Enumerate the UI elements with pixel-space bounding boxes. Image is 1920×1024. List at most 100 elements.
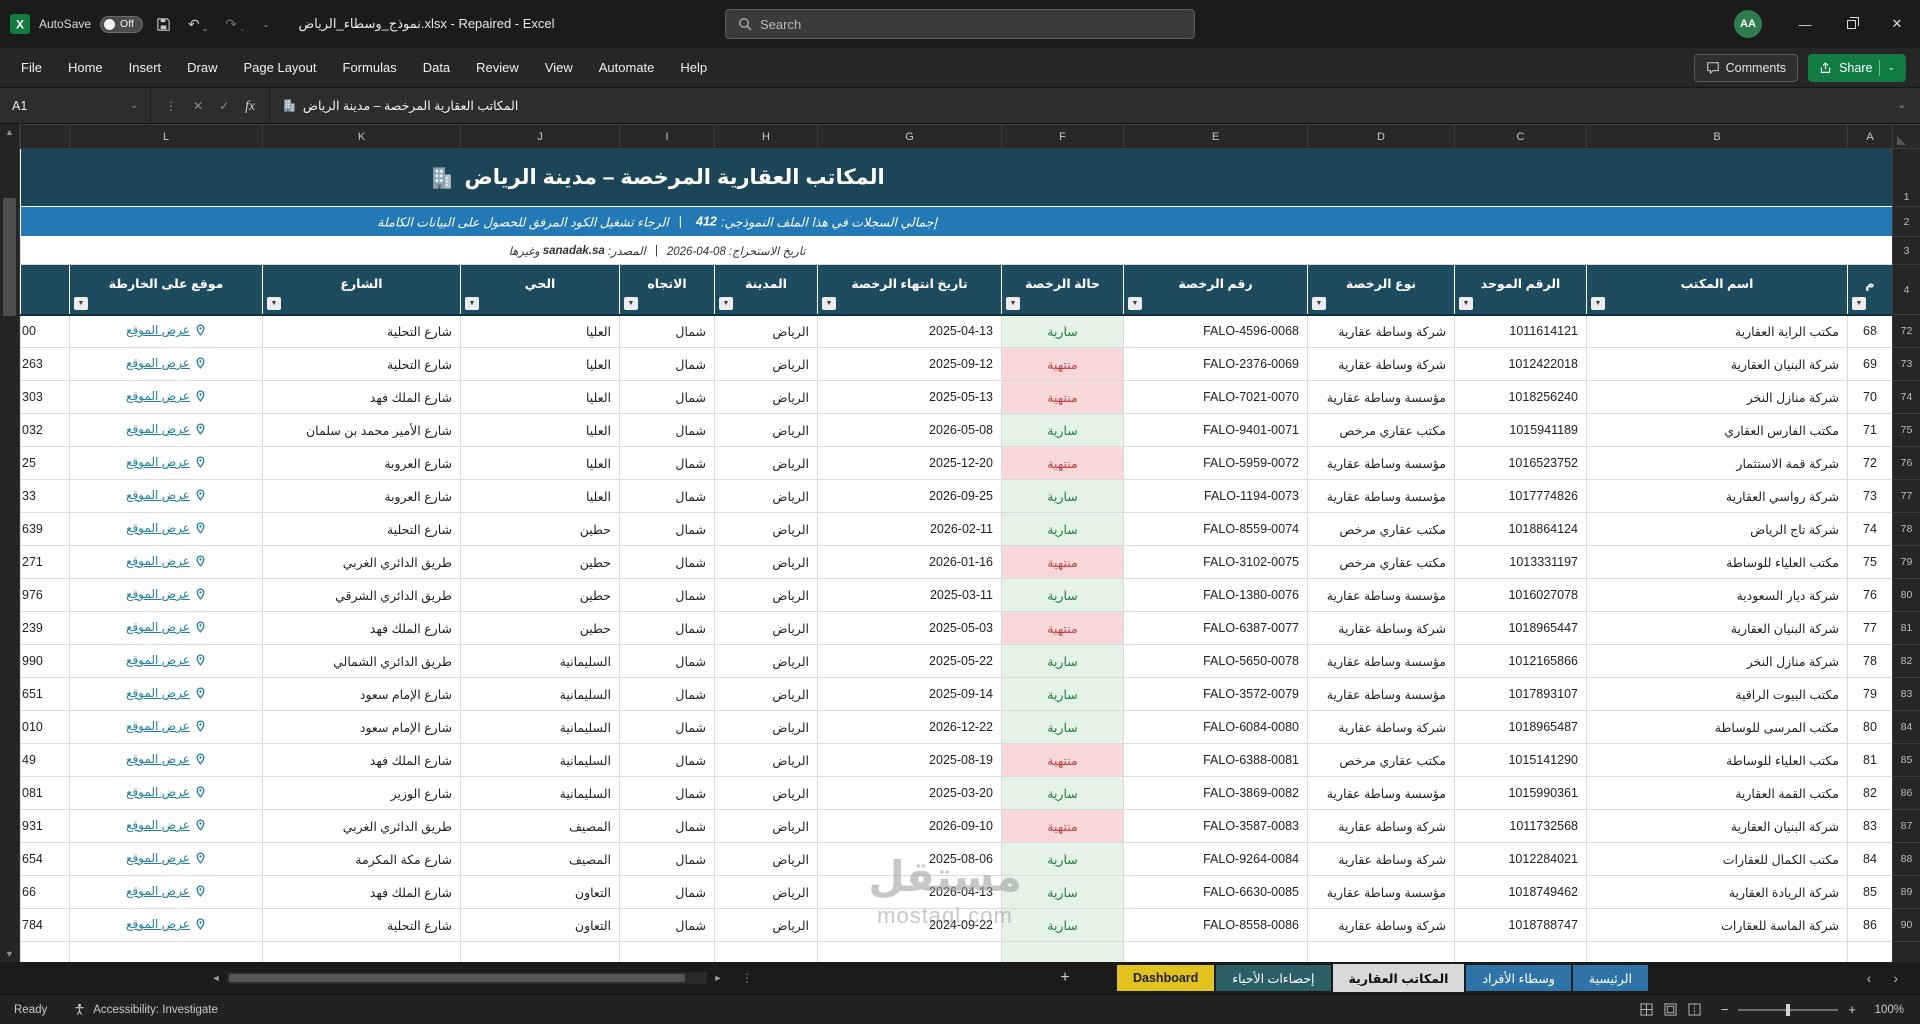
- cell-district[interactable]: التعاون: [460, 875, 620, 909]
- cell-office[interactable]: مكتب المرسى للوساطة: [1586, 710, 1848, 744]
- row-number[interactable]: 74: [1892, 380, 1920, 414]
- cell-dir[interactable]: شمال: [619, 413, 715, 447]
- row-number[interactable]: 75: [1892, 413, 1920, 447]
- cell-type[interactable]: مؤسسة وساطة عقارية: [1307, 446, 1455, 480]
- cell-city[interactable]: الرياض: [714, 545, 818, 579]
- field-header[interactable]: رقم الرخصة ▼: [1123, 264, 1308, 316]
- cell-partial[interactable]: 271: [20, 545, 70, 579]
- cell-num[interactable]: 68: [1847, 314, 1893, 348]
- cell-street[interactable]: شارع التحلية: [262, 908, 461, 942]
- ribbon-tab-page-layout[interactable]: Page Layout: [231, 48, 330, 87]
- cell-office[interactable]: شركة رواسي العقارية: [1586, 479, 1848, 513]
- sheet-tab-individual-brokers[interactable]: وسطاء الأفراد: [1466, 965, 1571, 991]
- filter-button[interactable]: ▼: [1128, 296, 1142, 310]
- comments-button[interactable]: Comments: [1693, 53, 1799, 82]
- cell-dir[interactable]: شمال: [619, 875, 715, 909]
- cell-city[interactable]: الرياض: [714, 578, 818, 612]
- cell-district[interactable]: السليمانية: [460, 776, 620, 810]
- cell-num[interactable]: 77: [1847, 611, 1893, 645]
- map-link[interactable]: عرض الموقع: [126, 389, 190, 403]
- cell-office[interactable]: شركة الماسة للعقارات: [1586, 908, 1848, 942]
- cell-type[interactable]: مؤسسة وساطة عقارية: [1307, 644, 1455, 678]
- map-link-cell[interactable]: عرض الموقع: [69, 809, 263, 843]
- cell-type[interactable]: شركة وساطة عقارية: [1307, 908, 1455, 942]
- cell-num[interactable]: 78: [1847, 644, 1893, 678]
- cell-num[interactable]: 71: [1847, 413, 1893, 447]
- status-cell[interactable]: سارية: [1001, 842, 1124, 876]
- cell-license[interactable]: FALO-6388-0081: [1123, 743, 1308, 777]
- status-cell[interactable]: سارية: [1001, 677, 1124, 711]
- cell-street[interactable]: شارع الملك فهد: [262, 875, 461, 909]
- filter-button[interactable]: ▼: [1591, 296, 1605, 310]
- cell-type[interactable]: مؤسسة وساطة عقارية: [1307, 380, 1455, 414]
- cell-city[interactable]: الرياض: [714, 644, 818, 678]
- cell-expiry[interactable]: 2025-08-19: [817, 743, 1002, 777]
- cell-license[interactable]: FALO-3587-0083: [1123, 809, 1308, 843]
- column-header-clipped[interactable]: [20, 124, 70, 149]
- cell-unified[interactable]: 1012165866: [1454, 644, 1587, 678]
- cell-dir[interactable]: شمال: [619, 842, 715, 876]
- row-number[interactable]: 3: [1892, 236, 1920, 265]
- cell-unified[interactable]: 1016523752: [1454, 446, 1587, 480]
- cell-num[interactable]: 86: [1847, 908, 1893, 942]
- column-header-I[interactable]: I: [619, 124, 715, 149]
- cell-type[interactable]: مكتب عقاري مرخص: [1307, 743, 1455, 777]
- cell-partial[interactable]: 010: [20, 710, 70, 744]
- cell-office[interactable]: شركة البنيان العقارية: [1586, 347, 1848, 381]
- map-link-cell[interactable]: عرض الموقع: [69, 479, 263, 513]
- ribbon-tab-view[interactable]: View: [532, 48, 586, 87]
- cell-office[interactable]: مكتب البيوت الراقية: [1586, 677, 1848, 711]
- map-link[interactable]: عرض الموقع: [126, 653, 190, 667]
- cell-district[interactable]: العليا: [460, 314, 620, 348]
- status-cell[interactable]: منتهية: [1001, 347, 1124, 381]
- cell-unified[interactable]: 1016027078: [1454, 578, 1587, 612]
- cell-num[interactable]: 81: [1847, 743, 1893, 777]
- cell-license[interactable]: FALO-9401-0071: [1123, 413, 1308, 447]
- zoom-in-button[interactable]: +: [1848, 1002, 1856, 1017]
- cell-type[interactable]: مؤسسة وساطة عقارية: [1307, 776, 1455, 810]
- cell-partial[interactable]: 263: [20, 347, 70, 381]
- map-link[interactable]: عرض الموقع: [126, 818, 190, 832]
- cell-expiry[interactable]: 2024-09-22: [817, 908, 1002, 942]
- sheet-tab-real-estate-offices[interactable]: المكاتب العقارية: [1332, 964, 1465, 992]
- cell-num[interactable]: 85: [1847, 875, 1893, 909]
- cell-expiry[interactable]: 2025-05-13: [817, 380, 1002, 414]
- cell-expiry[interactable]: 2026-04-13: [817, 875, 1002, 909]
- cell-expiry[interactable]: 2025-03-20: [817, 776, 1002, 810]
- field-header[interactable]: الاتجاه ▼: [619, 264, 715, 316]
- share-dropdown-icon[interactable]: ⌄: [1887, 62, 1895, 73]
- cell-license[interactable]: FALO-7021-0070: [1123, 380, 1308, 414]
- cell-num[interactable]: 72: [1847, 446, 1893, 480]
- filter-button[interactable]: ▼: [465, 296, 479, 310]
- field-header[interactable]: الرقم الموحد ▼: [1454, 264, 1587, 316]
- cell-unified[interactable]: 1018965447: [1454, 611, 1587, 645]
- cell-street[interactable]: شارع الإمام سعود: [262, 710, 461, 744]
- cell-type[interactable]: شركة وساطة عقارية: [1307, 809, 1455, 843]
- cell-office[interactable]: شركة منازل النخر: [1586, 380, 1848, 414]
- cell-unified[interactable]: 1015141290: [1454, 743, 1587, 777]
- map-link[interactable]: عرض الموقع: [126, 719, 190, 733]
- source-info-cell[interactable]: تاريخ الاستخراج: 08-04-2026 | المصدر: sa…: [20, 236, 1893, 265]
- cell-license[interactable]: FALO-2376-0069: [1123, 347, 1308, 381]
- cell-district[interactable]: حطين: [460, 512, 620, 546]
- cell-num[interactable]: 73: [1847, 479, 1893, 513]
- scroll-left-button[interactable]: ◄: [205, 973, 227, 983]
- cell-partial[interactable]: 976: [20, 578, 70, 612]
- map-link[interactable]: عرض الموقع: [126, 686, 190, 700]
- cell-street[interactable]: شارع الملك فهد: [262, 743, 461, 777]
- cell-city[interactable]: الرياض: [714, 776, 818, 810]
- field-header[interactable]: موقع على الخارطة ▼: [69, 264, 263, 316]
- cell-unified[interactable]: 1011732568: [1454, 809, 1587, 843]
- scroll-up-button[interactable]: ▲: [0, 127, 19, 137]
- cell-district[interactable]: العليا: [460, 380, 620, 414]
- cell-street[interactable]: شارع مكة المكرمة: [262, 842, 461, 876]
- cell-office[interactable]: مكتب العلياء للوساطة: [1586, 743, 1848, 777]
- status-cell[interactable]: سارية: [1001, 413, 1124, 447]
- cell-partial[interactable]: 639: [20, 512, 70, 546]
- cell-street[interactable]: طريق الدائري الشرقي: [262, 578, 461, 612]
- cell-partial[interactable]: 25: [20, 446, 70, 480]
- map-link-cell[interactable]: عرض الموقع: [69, 413, 263, 447]
- cell-num[interactable]: 82: [1847, 776, 1893, 810]
- row-number[interactable]: 83: [1892, 677, 1920, 711]
- map-link-cell[interactable]: عرض الموقع: [69, 644, 263, 678]
